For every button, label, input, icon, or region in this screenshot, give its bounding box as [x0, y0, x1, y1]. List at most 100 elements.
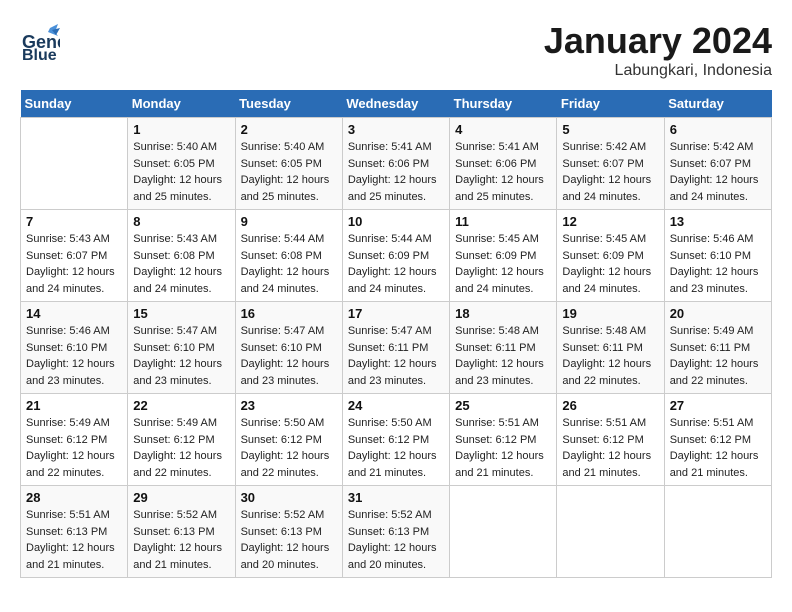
day-info: Sunrise: 5:50 AMSunset: 6:12 PMDaylight:…	[348, 415, 444, 481]
day-number: 20	[670, 306, 766, 321]
day-number: 10	[348, 214, 444, 229]
day-number: 27	[670, 398, 766, 413]
day-info: Sunrise: 5:46 AMSunset: 6:10 PMDaylight:…	[26, 323, 122, 389]
day-info: Sunrise: 5:51 AMSunset: 6:12 PMDaylight:…	[670, 415, 766, 481]
day-number: 12	[562, 214, 658, 229]
day-info: Sunrise: 5:52 AMSunset: 6:13 PMDaylight:…	[348, 507, 444, 573]
day-number: 9	[241, 214, 337, 229]
calendar-table: SundayMondayTuesdayWednesdayThursdayFrid…	[20, 90, 772, 578]
day-cell: 28 Sunrise: 5:51 AMSunset: 6:13 PMDaylig…	[21, 486, 128, 578]
svg-text:Blue: Blue	[22, 47, 57, 60]
day-cell: 4 Sunrise: 5:41 AMSunset: 6:06 PMDayligh…	[450, 118, 557, 210]
day-number: 3	[348, 122, 444, 137]
day-cell	[557, 486, 664, 578]
day-cell: 26 Sunrise: 5:51 AMSunset: 6:12 PMDaylig…	[557, 394, 664, 486]
day-number: 11	[455, 214, 551, 229]
day-info: Sunrise: 5:48 AMSunset: 6:11 PMDaylight:…	[455, 323, 551, 389]
day-info: Sunrise: 5:41 AMSunset: 6:06 PMDaylight:…	[348, 139, 444, 205]
day-cell: 27 Sunrise: 5:51 AMSunset: 6:12 PMDaylig…	[664, 394, 771, 486]
day-number: 16	[241, 306, 337, 321]
day-info: Sunrise: 5:43 AMSunset: 6:07 PMDaylight:…	[26, 231, 122, 297]
day-number: 24	[348, 398, 444, 413]
day-cell: 18 Sunrise: 5:48 AMSunset: 6:11 PMDaylig…	[450, 302, 557, 394]
day-cell: 19 Sunrise: 5:48 AMSunset: 6:11 PMDaylig…	[557, 302, 664, 394]
day-cell: 25 Sunrise: 5:51 AMSunset: 6:12 PMDaylig…	[450, 394, 557, 486]
header-wednesday: Wednesday	[342, 90, 449, 118]
day-number: 25	[455, 398, 551, 413]
day-info: Sunrise: 5:44 AMSunset: 6:09 PMDaylight:…	[348, 231, 444, 297]
day-cell: 1 Sunrise: 5:40 AMSunset: 6:05 PMDayligh…	[128, 118, 235, 210]
day-cell: 20 Sunrise: 5:49 AMSunset: 6:11 PMDaylig…	[664, 302, 771, 394]
day-number: 7	[26, 214, 122, 229]
logo: General Blue	[20, 20, 60, 65]
header-thursday: Thursday	[450, 90, 557, 118]
day-cell: 10 Sunrise: 5:44 AMSunset: 6:09 PMDaylig…	[342, 210, 449, 302]
header-tuesday: Tuesday	[235, 90, 342, 118]
day-info: Sunrise: 5:46 AMSunset: 6:10 PMDaylight:…	[670, 231, 766, 297]
day-number: 4	[455, 122, 551, 137]
day-cell	[21, 118, 128, 210]
day-number: 2	[241, 122, 337, 137]
month-title: January 2024	[544, 20, 772, 62]
day-cell	[664, 486, 771, 578]
header-sunday: Sunday	[21, 90, 128, 118]
day-cell: 13 Sunrise: 5:46 AMSunset: 6:10 PMDaylig…	[664, 210, 771, 302]
day-cell: 21 Sunrise: 5:49 AMSunset: 6:12 PMDaylig…	[21, 394, 128, 486]
day-info: Sunrise: 5:42 AMSunset: 6:07 PMDaylight:…	[562, 139, 658, 205]
day-info: Sunrise: 5:40 AMSunset: 6:05 PMDaylight:…	[241, 139, 337, 205]
day-info: Sunrise: 5:49 AMSunset: 6:12 PMDaylight:…	[26, 415, 122, 481]
day-info: Sunrise: 5:47 AMSunset: 6:10 PMDaylight:…	[133, 323, 229, 389]
day-number: 13	[670, 214, 766, 229]
day-info: Sunrise: 5:45 AMSunset: 6:09 PMDaylight:…	[562, 231, 658, 297]
day-info: Sunrise: 5:49 AMSunset: 6:12 PMDaylight:…	[133, 415, 229, 481]
week-row-2: 7 Sunrise: 5:43 AMSunset: 6:07 PMDayligh…	[21, 210, 772, 302]
day-number: 21	[26, 398, 122, 413]
location: Labungkari, Indonesia	[544, 62, 772, 80]
day-info: Sunrise: 5:49 AMSunset: 6:11 PMDaylight:…	[670, 323, 766, 389]
day-info: Sunrise: 5:41 AMSunset: 6:06 PMDaylight:…	[455, 139, 551, 205]
title-block: January 2024 Labungkari, Indonesia	[544, 20, 772, 80]
day-number: 5	[562, 122, 658, 137]
day-cell: 30 Sunrise: 5:52 AMSunset: 6:13 PMDaylig…	[235, 486, 342, 578]
day-info: Sunrise: 5:43 AMSunset: 6:08 PMDaylight:…	[133, 231, 229, 297]
day-cell: 24 Sunrise: 5:50 AMSunset: 6:12 PMDaylig…	[342, 394, 449, 486]
day-number: 18	[455, 306, 551, 321]
day-number: 23	[241, 398, 337, 413]
day-number: 8	[133, 214, 229, 229]
day-info: Sunrise: 5:50 AMSunset: 6:12 PMDaylight:…	[241, 415, 337, 481]
day-info: Sunrise: 5:47 AMSunset: 6:10 PMDaylight:…	[241, 323, 337, 389]
day-cell: 29 Sunrise: 5:52 AMSunset: 6:13 PMDaylig…	[128, 486, 235, 578]
logo-icon: General Blue	[20, 20, 60, 65]
page-header: General Blue January 2024 Labungkari, In…	[20, 20, 772, 80]
day-number: 14	[26, 306, 122, 321]
day-info: Sunrise: 5:52 AMSunset: 6:13 PMDaylight:…	[241, 507, 337, 573]
day-cell: 3 Sunrise: 5:41 AMSunset: 6:06 PMDayligh…	[342, 118, 449, 210]
day-cell: 15 Sunrise: 5:47 AMSunset: 6:10 PMDaylig…	[128, 302, 235, 394]
day-cell: 16 Sunrise: 5:47 AMSunset: 6:10 PMDaylig…	[235, 302, 342, 394]
day-cell: 6 Sunrise: 5:42 AMSunset: 6:07 PMDayligh…	[664, 118, 771, 210]
week-row-3: 14 Sunrise: 5:46 AMSunset: 6:10 PMDaylig…	[21, 302, 772, 394]
day-number: 6	[670, 122, 766, 137]
header-friday: Friday	[557, 90, 664, 118]
day-number: 30	[241, 490, 337, 505]
day-cell: 17 Sunrise: 5:47 AMSunset: 6:11 PMDaylig…	[342, 302, 449, 394]
header-row: SundayMondayTuesdayWednesdayThursdayFrid…	[21, 90, 772, 118]
day-cell: 2 Sunrise: 5:40 AMSunset: 6:05 PMDayligh…	[235, 118, 342, 210]
day-number: 31	[348, 490, 444, 505]
header-saturday: Saturday	[664, 90, 771, 118]
day-number: 28	[26, 490, 122, 505]
day-cell: 9 Sunrise: 5:44 AMSunset: 6:08 PMDayligh…	[235, 210, 342, 302]
day-number: 22	[133, 398, 229, 413]
day-cell: 8 Sunrise: 5:43 AMSunset: 6:08 PMDayligh…	[128, 210, 235, 302]
day-number: 19	[562, 306, 658, 321]
day-info: Sunrise: 5:40 AMSunset: 6:05 PMDaylight:…	[133, 139, 229, 205]
week-row-1: 1 Sunrise: 5:40 AMSunset: 6:05 PMDayligh…	[21, 118, 772, 210]
day-number: 17	[348, 306, 444, 321]
day-cell: 7 Sunrise: 5:43 AMSunset: 6:07 PMDayligh…	[21, 210, 128, 302]
day-info: Sunrise: 5:52 AMSunset: 6:13 PMDaylight:…	[133, 507, 229, 573]
day-info: Sunrise: 5:42 AMSunset: 6:07 PMDaylight:…	[670, 139, 766, 205]
day-info: Sunrise: 5:45 AMSunset: 6:09 PMDaylight:…	[455, 231, 551, 297]
day-info: Sunrise: 5:51 AMSunset: 6:13 PMDaylight:…	[26, 507, 122, 573]
day-number: 26	[562, 398, 658, 413]
day-info: Sunrise: 5:48 AMSunset: 6:11 PMDaylight:…	[562, 323, 658, 389]
